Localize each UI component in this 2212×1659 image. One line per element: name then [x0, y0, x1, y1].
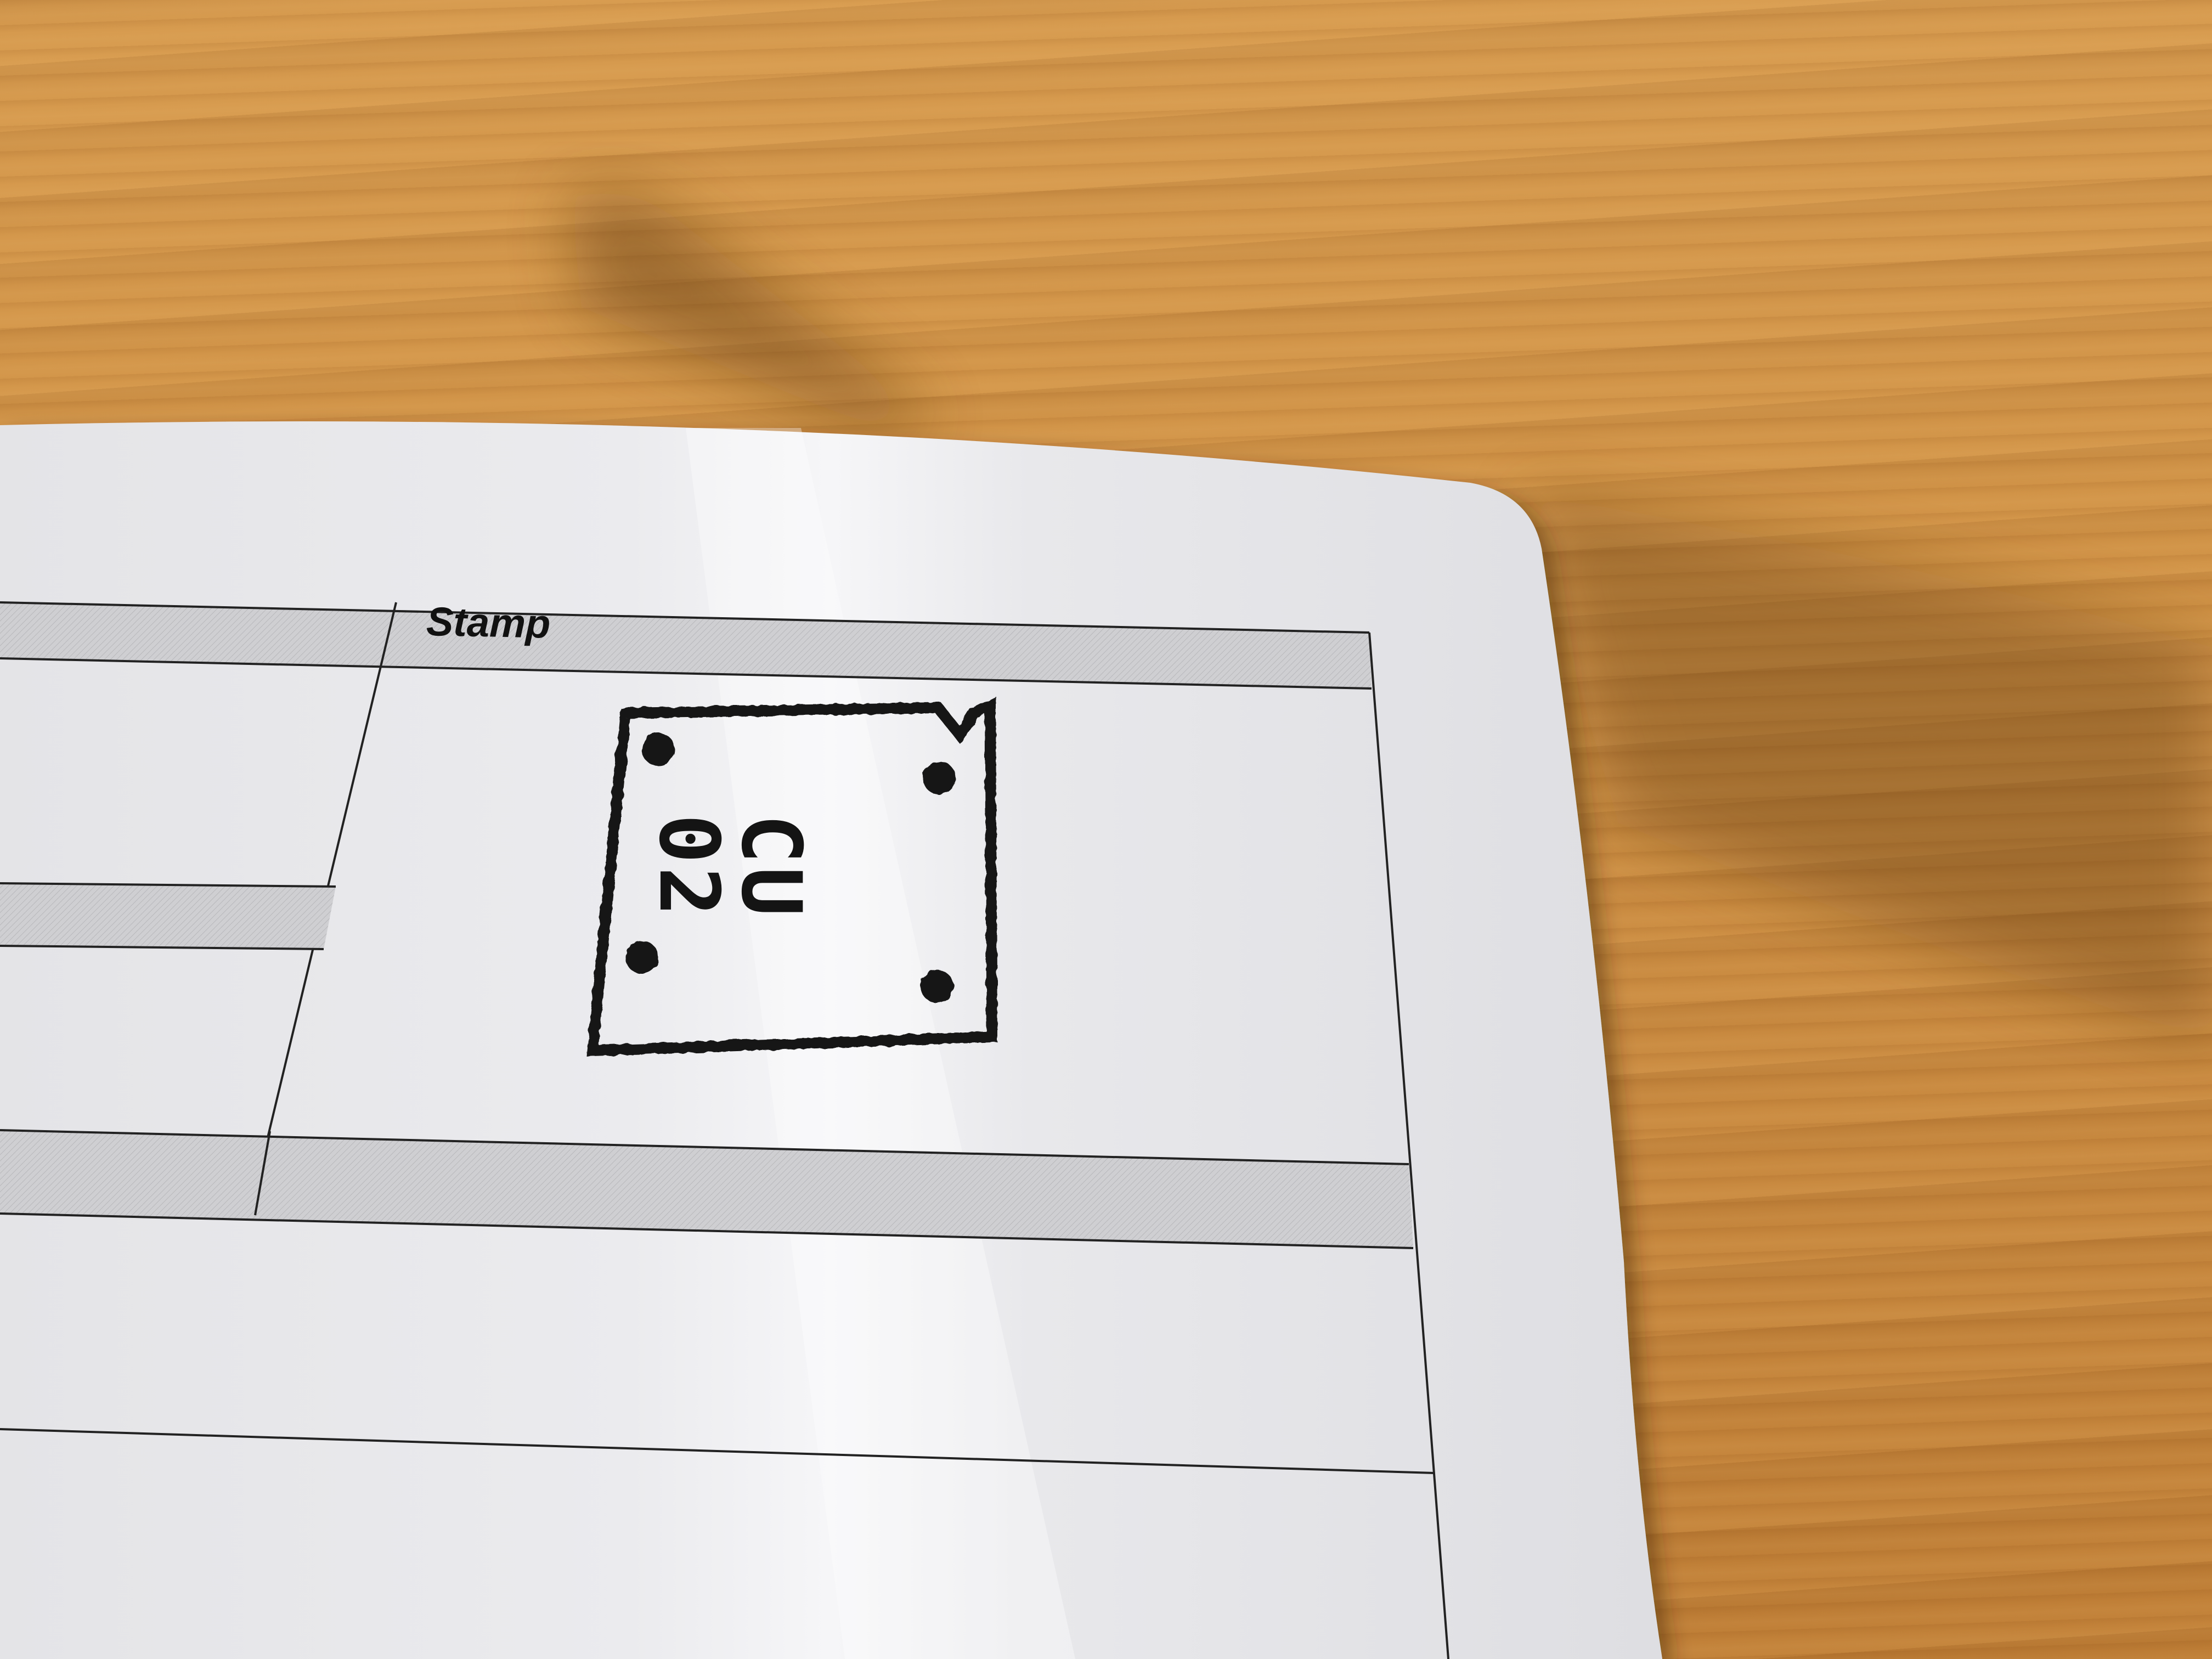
stamp-dot [625, 941, 658, 974]
wooden-table: Stamp CU 02 [0, 0, 2212, 1659]
section-header-label: Stamp [426, 598, 551, 647]
stamp-line-1: CU [723, 814, 819, 920]
left-mid-band [0, 883, 336, 949]
stamp-line-2: 02 [641, 814, 736, 920]
stamp-code: CU 02 [641, 814, 819, 920]
paper-form [0, 421, 1662, 1659]
stamp-dot [921, 970, 953, 1003]
stamp-dot [923, 761, 956, 794]
stamp-dot [642, 733, 675, 766]
